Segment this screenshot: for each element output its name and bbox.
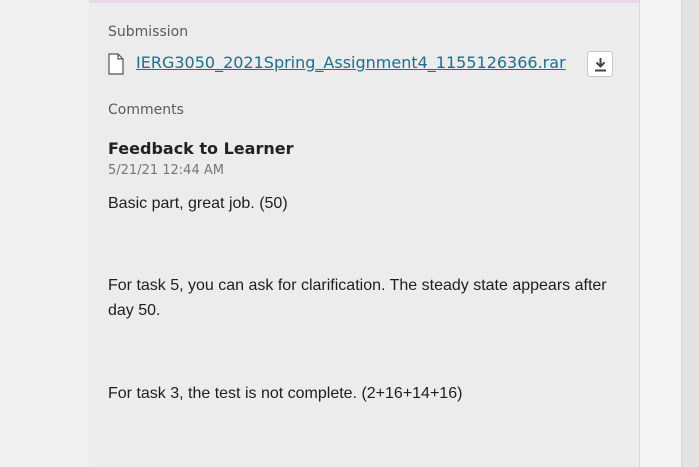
right-background [640,0,681,467]
file-icon [108,53,124,75]
feedback-date: 5/21/21 12:44 AM [108,163,224,178]
submission-panel: Submission IERG3050_2021Spring_Assignmen… [89,0,640,467]
download-icon [595,58,606,72]
comment-paragraph: Basic part, great job. (50) [108,195,288,212]
left-gutter [0,0,90,467]
scrollbar[interactable] [681,0,699,467]
submission-label: Submission [108,24,189,40]
submission-file-link[interactable]: IERG3050_2021Spring_Assignment4_11551263… [136,53,566,72]
comment-paragraph: For task 5, you can ask for clarificatio… [108,277,607,319]
submission-file-row: IERG3050_2021Spring_Assignment4_11551263… [108,51,614,79]
panel-top-border [89,0,639,3]
comments-label: Comments [108,102,184,118]
comment-paragraph: For task 3, the test is not complete. (2… [108,385,463,402]
download-button[interactable] [587,51,613,77]
feedback-title: Feedback to Learner [108,139,294,158]
